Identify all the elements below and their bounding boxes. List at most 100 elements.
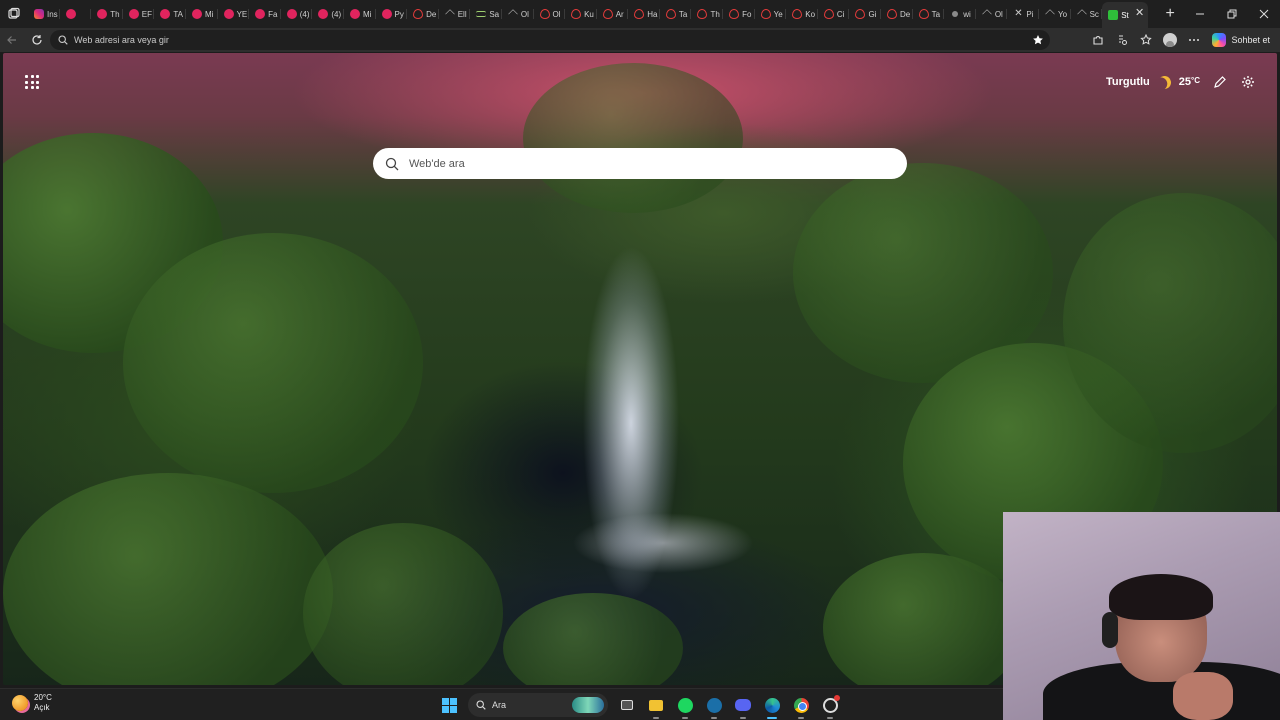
browser-tab[interactable]: Ell: [439, 3, 471, 25]
steam-button[interactable]: [702, 693, 726, 719]
browser-tab[interactable]: Mi: [186, 3, 218, 25]
edge-icon: [764, 697, 780, 713]
dash-icon: [476, 11, 487, 17]
tab-label: De: [426, 9, 437, 19]
tab-close-button[interactable]: ✕: [1135, 6, 1144, 19]
apps-launcher-button[interactable]: [23, 73, 41, 91]
arrow-left-icon: [7, 36, 16, 44]
browser-tab[interactable]: Sa: [470, 3, 502, 25]
browser-tab[interactable]: Ta: [913, 3, 945, 25]
restore-button[interactable]: [1216, 0, 1248, 28]
youtube-icon: [286, 9, 297, 19]
taskbar-search[interactable]: Ara: [468, 693, 608, 717]
browser-tab[interactable]: (4): [281, 3, 313, 25]
browser-tab[interactable]: Th: [91, 3, 123, 25]
taskbar-weather[interactable]: 20°C Açık: [12, 693, 52, 713]
discord-button[interactable]: [731, 693, 755, 719]
kick-icon: [1108, 10, 1119, 20]
shield-icon: [760, 9, 771, 19]
more-menu-button[interactable]: [1182, 28, 1206, 52]
new-tab-button[interactable]: +: [1156, 0, 1184, 28]
avatar-icon: [1163, 33, 1178, 47]
browser-tab[interactable]: Ku: [565, 3, 597, 25]
tab-label: Yo: [1058, 9, 1068, 19]
browser-tab[interactable]: wi: [944, 3, 976, 25]
more-icon: [1189, 39, 1200, 41]
browser-tab[interactable]: YE: [218, 3, 250, 25]
tab-label: Ar: [615, 9, 624, 19]
split-screen-button[interactable]: [1110, 28, 1134, 52]
browser-tab[interactable]: Th: [691, 3, 723, 25]
browser-tab[interactable]: TA: [154, 3, 186, 25]
tab-strip: Ins Th EF TA Mi YE Fa (4) (4) Mi Py De Ell Sa Ol Ol Ku Ar…: [0, 0, 1280, 28]
tab-label: Ku: [584, 9, 594, 19]
tab-label: Ye: [773, 9, 783, 19]
browser-tab[interactable]: ✕ Pi: [1007, 3, 1039, 25]
tab-label: Ol: [552, 9, 561, 19]
back-button[interactable]: [0, 28, 24, 52]
youtube-icon: [160, 9, 171, 19]
browser-tab[interactable]: Ol: [534, 3, 566, 25]
media-icon: [1119, 35, 1128, 45]
browser-tab[interactable]: Sc: [1071, 3, 1103, 25]
search-input[interactable]: [409, 157, 889, 170]
browser-tab[interactable]: Ta: [660, 3, 692, 25]
browser-tab[interactable]: Ye: [755, 3, 787, 25]
gear-icon: [1242, 76, 1254, 88]
task-view-button[interactable]: [615, 693, 639, 717]
weather-moon-icon: [12, 695, 28, 711]
browser-tab[interactable]: Ci: [818, 3, 850, 25]
youtube-icon: [191, 9, 202, 19]
steam-icon: [706, 697, 722, 713]
page-settings-button[interactable]: [1239, 73, 1257, 91]
browser-tab[interactable]: Ar: [597, 3, 629, 25]
tab-label: Gi: [868, 9, 877, 19]
moon-icon: [1156, 74, 1173, 91]
file-explorer-button[interactable]: [644, 693, 668, 719]
close-window-button[interactable]: [1248, 0, 1280, 28]
copilot-label: Sohbet et: [1231, 35, 1270, 45]
favorite-star-icon[interactable]: [1032, 34, 1044, 46]
browser-tab[interactable]: St ✕: [1102, 2, 1149, 28]
spotify-button[interactable]: [673, 693, 697, 719]
browser-tab[interactable]: Gi: [849, 3, 881, 25]
tab-label: Ko: [805, 9, 816, 19]
favorites-button[interactable]: [1134, 28, 1158, 52]
browser-tab[interactable]: Ins: [28, 3, 60, 25]
browser-tab[interactable]: De: [881, 3, 913, 25]
shield-icon: [602, 9, 613, 19]
start-button[interactable]: [437, 693, 461, 717]
web-search-box[interactable]: [373, 148, 907, 179]
browser-tab[interactable]: Ko: [786, 3, 818, 25]
edge-button[interactable]: [760, 693, 784, 719]
tab-actions-button[interactable]: [0, 0, 28, 28]
browser-tab[interactable]: Ha: [628, 3, 660, 25]
browser-tab[interactable]: Yo: [1039, 3, 1071, 25]
extensions-button[interactable]: [1086, 28, 1110, 52]
tab-label: (4): [299, 9, 310, 19]
browser-tab[interactable]: Py: [376, 3, 408, 25]
browser-tab[interactable]: [60, 3, 92, 25]
chrome-button[interactable]: [789, 693, 813, 719]
weather-widget[interactable]: Turgutlu 25°C: [1106, 73, 1200, 91]
address-bar[interactable]: Web adresi ara veya gir: [50, 30, 1050, 50]
copilot-button[interactable]: Sohbet et: [1206, 33, 1280, 47]
browser-tab[interactable]: Ol: [502, 3, 534, 25]
tab-label: Fo: [742, 9, 752, 19]
browser-tab[interactable]: De: [407, 3, 439, 25]
browser-tab[interactable]: (4): [312, 3, 344, 25]
browser-tab[interactable]: Mi: [344, 3, 376, 25]
browser-tab[interactable]: Ol: [976, 3, 1008, 25]
refresh-button[interactable]: [25, 28, 49, 52]
instagram-icon: [34, 9, 44, 19]
edit-layout-button[interactable]: [1211, 73, 1229, 91]
headset-icon: [1102, 612, 1118, 648]
profile-button[interactable]: [1158, 28, 1182, 52]
browser-tab[interactable]: Fa: [249, 3, 281, 25]
tab-label: wi: [963, 9, 971, 19]
obs-button[interactable]: [818, 693, 842, 719]
browser-tab[interactable]: Fo: [723, 3, 755, 25]
minimize-button[interactable]: [1184, 0, 1216, 28]
youtube-icon: [318, 9, 329, 19]
browser-tab[interactable]: EF: [123, 3, 155, 25]
